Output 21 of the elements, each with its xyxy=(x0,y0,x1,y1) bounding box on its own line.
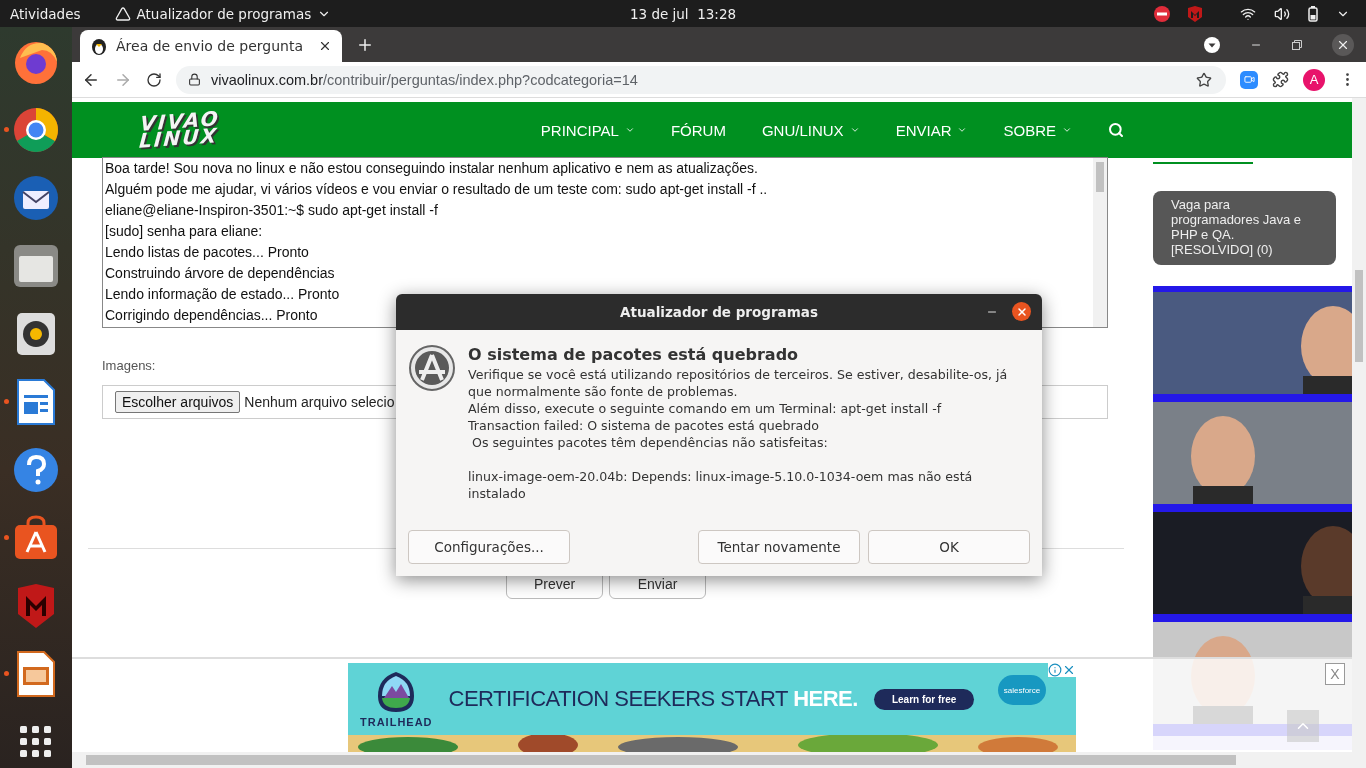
brand-name: TRAILHEAD xyxy=(360,716,433,728)
text-line: Lendo listas de pacotes... Pronto xyxy=(105,243,309,262)
dialog-message: Verifique se você está utilizando repositórios de terceiros. Se estiver, desabilite-os, já que normalmente são fonte de problemas. xyxy=(468,366,1009,400)
file-status: Nenhum arquivo selecio xyxy=(244,394,395,410)
text-line: eliane@eliane-Inspiron-3501:~$ sudo apt-get install -f xyxy=(105,201,438,220)
sponsor-logo: salesforce xyxy=(998,675,1046,705)
images-label: Imagens: xyxy=(102,358,157,373)
text-line: Construindo árvore de dependências xyxy=(105,264,335,283)
dialog-message: Os seguintes pacotes têm dependências não satisfeitas: xyxy=(471,434,829,451)
dialog-message: Transaction failed: O sistema de pacotes está quebrado xyxy=(468,417,820,434)
dialog-heading: O sistema de pacotes está quebrado xyxy=(468,344,800,366)
dialog-message: Além disso, execute o seguinte comando em um Terminal: apt-get install -f xyxy=(468,400,943,417)
text-line: Corrigindo dependências... Pronto xyxy=(105,306,318,325)
dialog-title: Atualizador de programas xyxy=(620,304,818,320)
text-line: Alguém pode me ajudar, vi vários vídeos e vou enviar o resultado de um teste com: sudo apt-get install -f .. xyxy=(105,180,768,199)
ad-headline: CERTIFICATION SEEKERS START HERE. xyxy=(448,686,858,712)
text-line: Boa tarde! Sou nova no linux e não estou conseguindo instalar nenhum aplicativo e nem as atualizações. xyxy=(105,159,758,178)
text-line: [sudo] senha para eliane: xyxy=(105,222,263,241)
tab-title: Área de envio de pergunta xyxy=(116,38,304,54)
dialog-detail: linux-image-oem-20.04b: Depends: linux-image-5.10.0-1034-oem mas não está instalado xyxy=(468,468,974,502)
text-line: Lendo informação de estado... Pronto xyxy=(105,285,340,304)
